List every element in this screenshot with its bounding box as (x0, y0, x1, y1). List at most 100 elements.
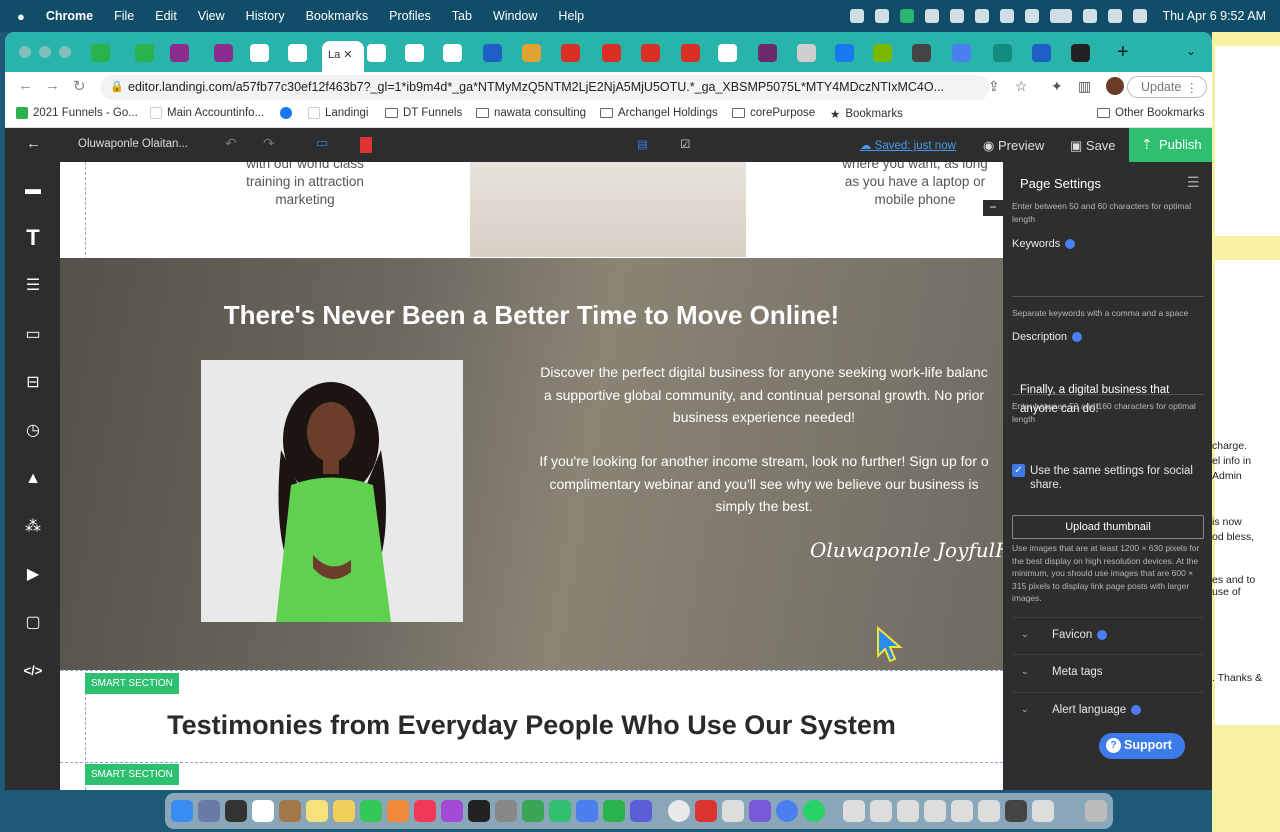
bitcoin-icon[interactable] (950, 9, 965, 23)
tab-favicon[interactable] (483, 44, 502, 62)
window-thumbnail[interactable] (870, 800, 892, 822)
tab-favicon[interactable] (758, 44, 777, 62)
headphones-icon[interactable] (1000, 9, 1015, 23)
tab-favicon[interactable] (522, 44, 541, 62)
acrobat-icon[interactable] (695, 800, 717, 822)
box-tool-icon[interactable]: ▢ (23, 613, 43, 633)
music-icon[interactable] (414, 800, 436, 822)
reload-icon[interactable]: ↻ (73, 77, 86, 95)
feature-text-left[interactable]: with our world class training in attract… (205, 162, 405, 209)
tab-favicon[interactable] (135, 44, 154, 62)
bookmark-item[interactable]: 2021 Funnels - Go... (16, 107, 138, 119)
tab-favicon[interactable] (91, 44, 110, 62)
star-icon[interactable]: ☆ (1015, 78, 1028, 95)
apple-icon[interactable]: ● (17, 9, 25, 24)
publish-button[interactable]: ⇡ Publish (1129, 128, 1212, 162)
window-thumbnail[interactable] (978, 800, 1000, 822)
bookmark-folder[interactable]: Other Bookmarks (1097, 107, 1204, 119)
tab-favicon[interactable] (250, 44, 269, 62)
contacts-icon[interactable] (279, 800, 301, 822)
image-tool-icon[interactable]: ▲ (23, 469, 43, 489)
viber-icon[interactable] (749, 800, 771, 822)
redo-icon[interactable]: ↷ (263, 135, 275, 152)
window-thumbnail[interactable] (924, 800, 946, 822)
testimonies-title[interactable]: Testimonies from Everyday People Who Use… (60, 710, 1003, 741)
collapse-handle[interactable]: − (983, 200, 1003, 216)
section-tool-icon[interactable]: ▬ (23, 180, 43, 200)
meta-tags-accordion[interactable]: ⌄ Meta tags (1012, 654, 1204, 690)
tab-favicon[interactable] (170, 44, 189, 62)
profile-avatar[interactable] (1106, 77, 1124, 95)
zoom-dot[interactable] (59, 46, 71, 58)
feature-text-right[interactable]: where you want, as long as you have a la… (815, 162, 1003, 209)
text-tool-icon[interactable]: T (23, 227, 43, 249)
tab-search-icon[interactable]: ⌄ (1186, 44, 1196, 58)
preview-button[interactable]: ◉ Preview (983, 138, 1044, 154)
info-icon[interactable] (1131, 704, 1142, 715)
messenger-icon[interactable] (776, 800, 798, 822)
menu-history[interactable]: History (246, 9, 285, 23)
facetime-icon[interactable] (360, 800, 382, 822)
tab-favicon[interactable] (1032, 44, 1051, 62)
saved-status[interactable]: ☁ Saved: just now (860, 138, 956, 152)
control-center-icon[interactable] (1133, 9, 1148, 23)
timer-tool-icon[interactable]: ◷ (23, 421, 43, 441)
battery-icon[interactable] (1050, 9, 1073, 23)
photos-icon[interactable] (387, 800, 409, 822)
new-tab-icon[interactable]: + (1117, 41, 1129, 64)
undo-icon[interactable]: ↶ (225, 135, 237, 152)
app-icon[interactable] (603, 800, 625, 822)
info-icon[interactable] (1065, 239, 1076, 250)
tab-favicon[interactable] (718, 44, 737, 62)
update-button[interactable]: Update ⋮ (1127, 76, 1207, 98)
launchpad-icon[interactable] (198, 800, 220, 822)
social-share-label[interactable]: Use the same settings for social share. (1030, 464, 1206, 492)
window-thumbnail[interactable] (843, 800, 865, 822)
moon-icon[interactable] (975, 9, 990, 23)
mobile-view-icon[interactable] (360, 137, 372, 153)
tab-favicon[interactable] (797, 44, 816, 62)
tab-favicon[interactable] (912, 44, 931, 62)
window-thumbnail[interactable] (1032, 800, 1054, 822)
menu-help[interactable]: Help (558, 9, 584, 23)
favicon-accordion[interactable]: ⌄ Favicon (1012, 617, 1204, 653)
hero-paragraph-2[interactable]: If you're looking for another income str… (525, 450, 1003, 518)
support-button[interactable]: ? Support (1099, 733, 1185, 759)
info-icon[interactable] (1097, 629, 1108, 640)
checkbox-icon[interactable]: ☑ (680, 137, 690, 151)
calendar-icon[interactable] (252, 800, 274, 822)
tab-favicon[interactable] (214, 44, 233, 62)
tab-favicon[interactable] (367, 44, 386, 62)
menu-profiles[interactable]: Profiles (389, 9, 431, 23)
tab-favicon[interactable] (681, 44, 700, 62)
imovie-icon[interactable] (630, 800, 652, 822)
menu-edit[interactable]: Edit (155, 9, 177, 23)
numbers-icon[interactable] (522, 800, 544, 822)
menubar-clock[interactable]: Thu Apr 6 9:52 AM (1162, 9, 1266, 23)
info-icon[interactable] (1072, 332, 1083, 343)
menu-app-name[interactable]: Chrome (46, 9, 93, 23)
menu-window[interactable]: Window (493, 9, 537, 23)
bluetooth-icon[interactable] (1025, 9, 1040, 23)
finder-icon[interactable] (171, 800, 193, 822)
extensions-icon[interactable]: ✦ (1051, 78, 1063, 95)
bookmark-item[interactable]: ★ Bookmarks (830, 107, 903, 121)
tab-favicon[interactable] (288, 44, 307, 62)
hero-photo[interactable] (201, 360, 463, 622)
window-thumbnail[interactable] (897, 800, 919, 822)
features-section[interactable]: with our world class training in attract… (60, 162, 1003, 257)
close-dot[interactable] (19, 46, 31, 58)
layout-icon[interactable]: ▤ (637, 137, 648, 151)
share-icon[interactable]: ⇪ (988, 78, 1000, 95)
social-share-checkbox[interactable]: ✓ (1012, 464, 1025, 477)
alert-language-accordion[interactable]: ⌄ Alert language (1012, 692, 1204, 728)
tab-favicon[interactable] (1071, 44, 1090, 62)
menu-file[interactable]: File (114, 9, 134, 23)
chrome-icon[interactable] (668, 800, 690, 822)
tab-favicon[interactable] (952, 44, 971, 62)
mission-control-icon[interactable] (225, 800, 247, 822)
tab-favicon[interactable] (561, 44, 580, 62)
window-thumbnail[interactable] (951, 800, 973, 822)
upload-thumbnail-button[interactable]: Upload thumbnail (1012, 515, 1204, 539)
form-tool-icon[interactable]: ⊟ (23, 373, 43, 393)
